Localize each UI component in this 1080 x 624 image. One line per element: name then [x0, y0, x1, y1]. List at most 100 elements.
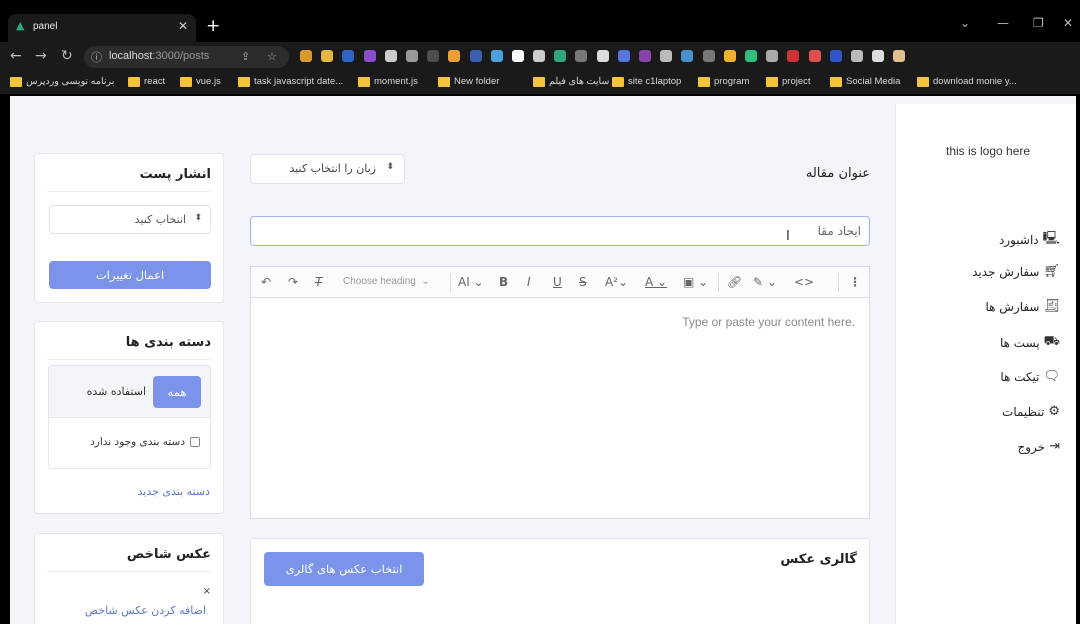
new-tab-icon[interactable]: + [206, 18, 220, 35]
folder-icon [612, 76, 624, 87]
extension-icon[interactable] [744, 50, 757, 62]
bookmark-item[interactable]: react [128, 76, 165, 87]
highlight-icon[interactable]: ✎ ⌄ [753, 275, 777, 289]
extension-icon[interactable] [405, 50, 418, 62]
forward-icon[interactable]: → [35, 48, 47, 64]
rich-text-editor[interactable]: ↶ ↷ T̶ Choose heading ⌄ AI ⌄ B I U S A²⌄… [250, 266, 870, 519]
font-size-icon[interactable]: AI ⌄ [458, 275, 484, 289]
extension-icon[interactable] [342, 50, 355, 62]
close-window-icon[interactable]: ✕ [1063, 16, 1073, 30]
tab-used[interactable]: استفاده شده [87, 385, 146, 398]
bookmark-item[interactable]: Social Media [830, 76, 900, 87]
undo-icon[interactable]: ↶ [261, 275, 271, 289]
clear-format-icon[interactable]: T̶ [315, 275, 322, 289]
extension-icon[interactable] [300, 50, 312, 62]
category-checkbox[interactable] [190, 437, 200, 447]
reload-icon[interactable]: ↻ [61, 48, 73, 64]
redo-icon[interactable]: ↷ [288, 275, 298, 289]
underline-icon[interactable]: U [553, 275, 562, 289]
extension-icon[interactable] [363, 50, 376, 62]
extension-icon[interactable] [511, 50, 524, 62]
sidebar-item-gear[interactable]: ⚙︎ تنظیمات [1002, 404, 1060, 419]
bookmark-item[interactable]: برنامه نویسی وردپرس [10, 76, 114, 87]
select-gallery-images-button[interactable]: انتخاب عکس های گالری [264, 552, 424, 586]
extension-icon[interactable] [639, 50, 651, 62]
extension-icon[interactable] [554, 50, 567, 62]
extension-icon[interactable] [448, 50, 461, 62]
italic-icon[interactable]: I [527, 275, 531, 289]
remove-image-icon[interactable]: × [203, 586, 211, 597]
publish-status-select[interactable]: انتخاب کنید ⬍ [49, 205, 211, 234]
extension-icon[interactable] [384, 50, 397, 62]
no-category-row[interactable]: دسته بندی وجود ندارد [90, 436, 200, 448]
bookmark-item[interactable]: سایت های فیلم [533, 76, 609, 87]
back-icon[interactable]: ← [10, 48, 22, 64]
extension-icon[interactable] [321, 50, 334, 62]
sidebar-item-label: تنظیمات [1002, 404, 1045, 419]
apply-changes-button[interactable]: اعمال تغییرات [49, 261, 211, 289]
close-tab-icon[interactable]: ✕ [178, 19, 188, 33]
extension-icon[interactable] [490, 50, 503, 62]
bold-icon[interactable]: B [499, 275, 508, 289]
bookmark-label: program [714, 76, 750, 87]
extension-icon[interactable] [723, 50, 736, 62]
bookmark-item[interactable]: task javascript date... [238, 76, 343, 87]
extension-icon[interactable] [808, 50, 821, 62]
extension-icon[interactable] [575, 50, 588, 62]
receipt-icon: 🧾︎ [1043, 299, 1060, 314]
site-info-icon[interactable]: ⓘ [91, 49, 102, 65]
extension-icon[interactable] [787, 50, 800, 62]
language-select[interactable]: زبان را انتخاب کنید ⬍ [250, 154, 405, 184]
extension-icon[interactable] [766, 50, 779, 62]
bookmark-item[interactable]: New folder [438, 76, 499, 87]
extension-icon[interactable] [872, 50, 885, 62]
minimize-icon[interactable]: — [997, 16, 1009, 30]
logo-placeholder: this is logo here [946, 144, 1031, 158]
divider [47, 191, 211, 192]
address-bar[interactable]: ⓘ localhost:3000/posts ⇪ ☆ [84, 46, 289, 68]
extension-icon[interactable] [850, 50, 863, 62]
sidebar-item-logout[interactable]: ⇥ خروج [1018, 439, 1061, 454]
restore-icon[interactable]: ❐ [1033, 16, 1044, 30]
background-color-icon[interactable]: ▣ ⌄ [683, 275, 708, 289]
monitor-icon: 🖳︎ [1042, 231, 1060, 246]
sidebar-item-receipt[interactable]: 🧾︎ سفارش ها [985, 299, 1060, 314]
extension-icon[interactable] [469, 50, 482, 62]
bookmark-item[interactable]: project [766, 76, 811, 87]
font-color-icon[interactable]: A ⌄ [645, 275, 667, 289]
extension-icon[interactable] [660, 50, 673, 62]
tab-all[interactable]: همه [153, 376, 201, 408]
bookmark-item[interactable]: program [698, 76, 749, 87]
sidebar-item-monitor[interactable]: 🖳︎ داشبورد [999, 229, 1060, 251]
extension-icon[interactable] [829, 50, 842, 62]
extension-icon[interactable] [681, 50, 694, 62]
folder-icon [830, 76, 842, 87]
share-icon[interactable]: ⇪ [241, 50, 250, 63]
sidebar-item-cart[interactable]: 🛒︎ سفارش جدید [972, 264, 1060, 279]
title-input[interactable] [250, 216, 870, 246]
sidebar-item-truck[interactable]: ⛟ پست ها [1000, 334, 1060, 351]
bookmark-item[interactable]: site c1laptop [612, 76, 681, 87]
sidebar-item-chat[interactable]: 🗨︎ تیکت ها [1000, 369, 1060, 384]
bookmark-item[interactable]: vue.js [180, 76, 221, 87]
bookmark-item[interactable]: download monie y... [917, 76, 1017, 87]
bookmark-star-icon[interactable]: ☆ [267, 50, 277, 63]
extension-icon[interactable] [596, 50, 609, 62]
browser-toolbar: ← → ↻ ⓘ localhost:3000/posts ⇪ ☆ [0, 42, 1080, 72]
heading-dropdown[interactable]: Choose heading ⌄ [343, 276, 430, 287]
link-icon[interactable]: 🔗︎ [727, 275, 742, 289]
strikethrough-icon[interactable]: S [579, 275, 587, 289]
tab-search-icon[interactable]: ⌄ [960, 16, 970, 30]
extension-icon[interactable] [702, 50, 715, 62]
bookmark-item[interactable]: moment.js [358, 76, 418, 87]
extension-icon[interactable] [893, 50, 906, 62]
extension-icon[interactable] [533, 50, 546, 62]
superscript-icon[interactable]: A²⌄ [605, 275, 628, 289]
more-options-icon[interactable]: ⋮ [849, 275, 861, 289]
browser-tab[interactable]: ▲ panel ✕ [8, 14, 196, 42]
new-category-link[interactable]: دسته بندی جدید [138, 485, 211, 498]
code-icon[interactable]: <> [794, 275, 814, 289]
extension-icon[interactable] [427, 50, 440, 62]
add-featured-image-link[interactable]: اضافه کردن عکس شاخص [85, 604, 206, 617]
extension-icon[interactable] [617, 50, 630, 62]
